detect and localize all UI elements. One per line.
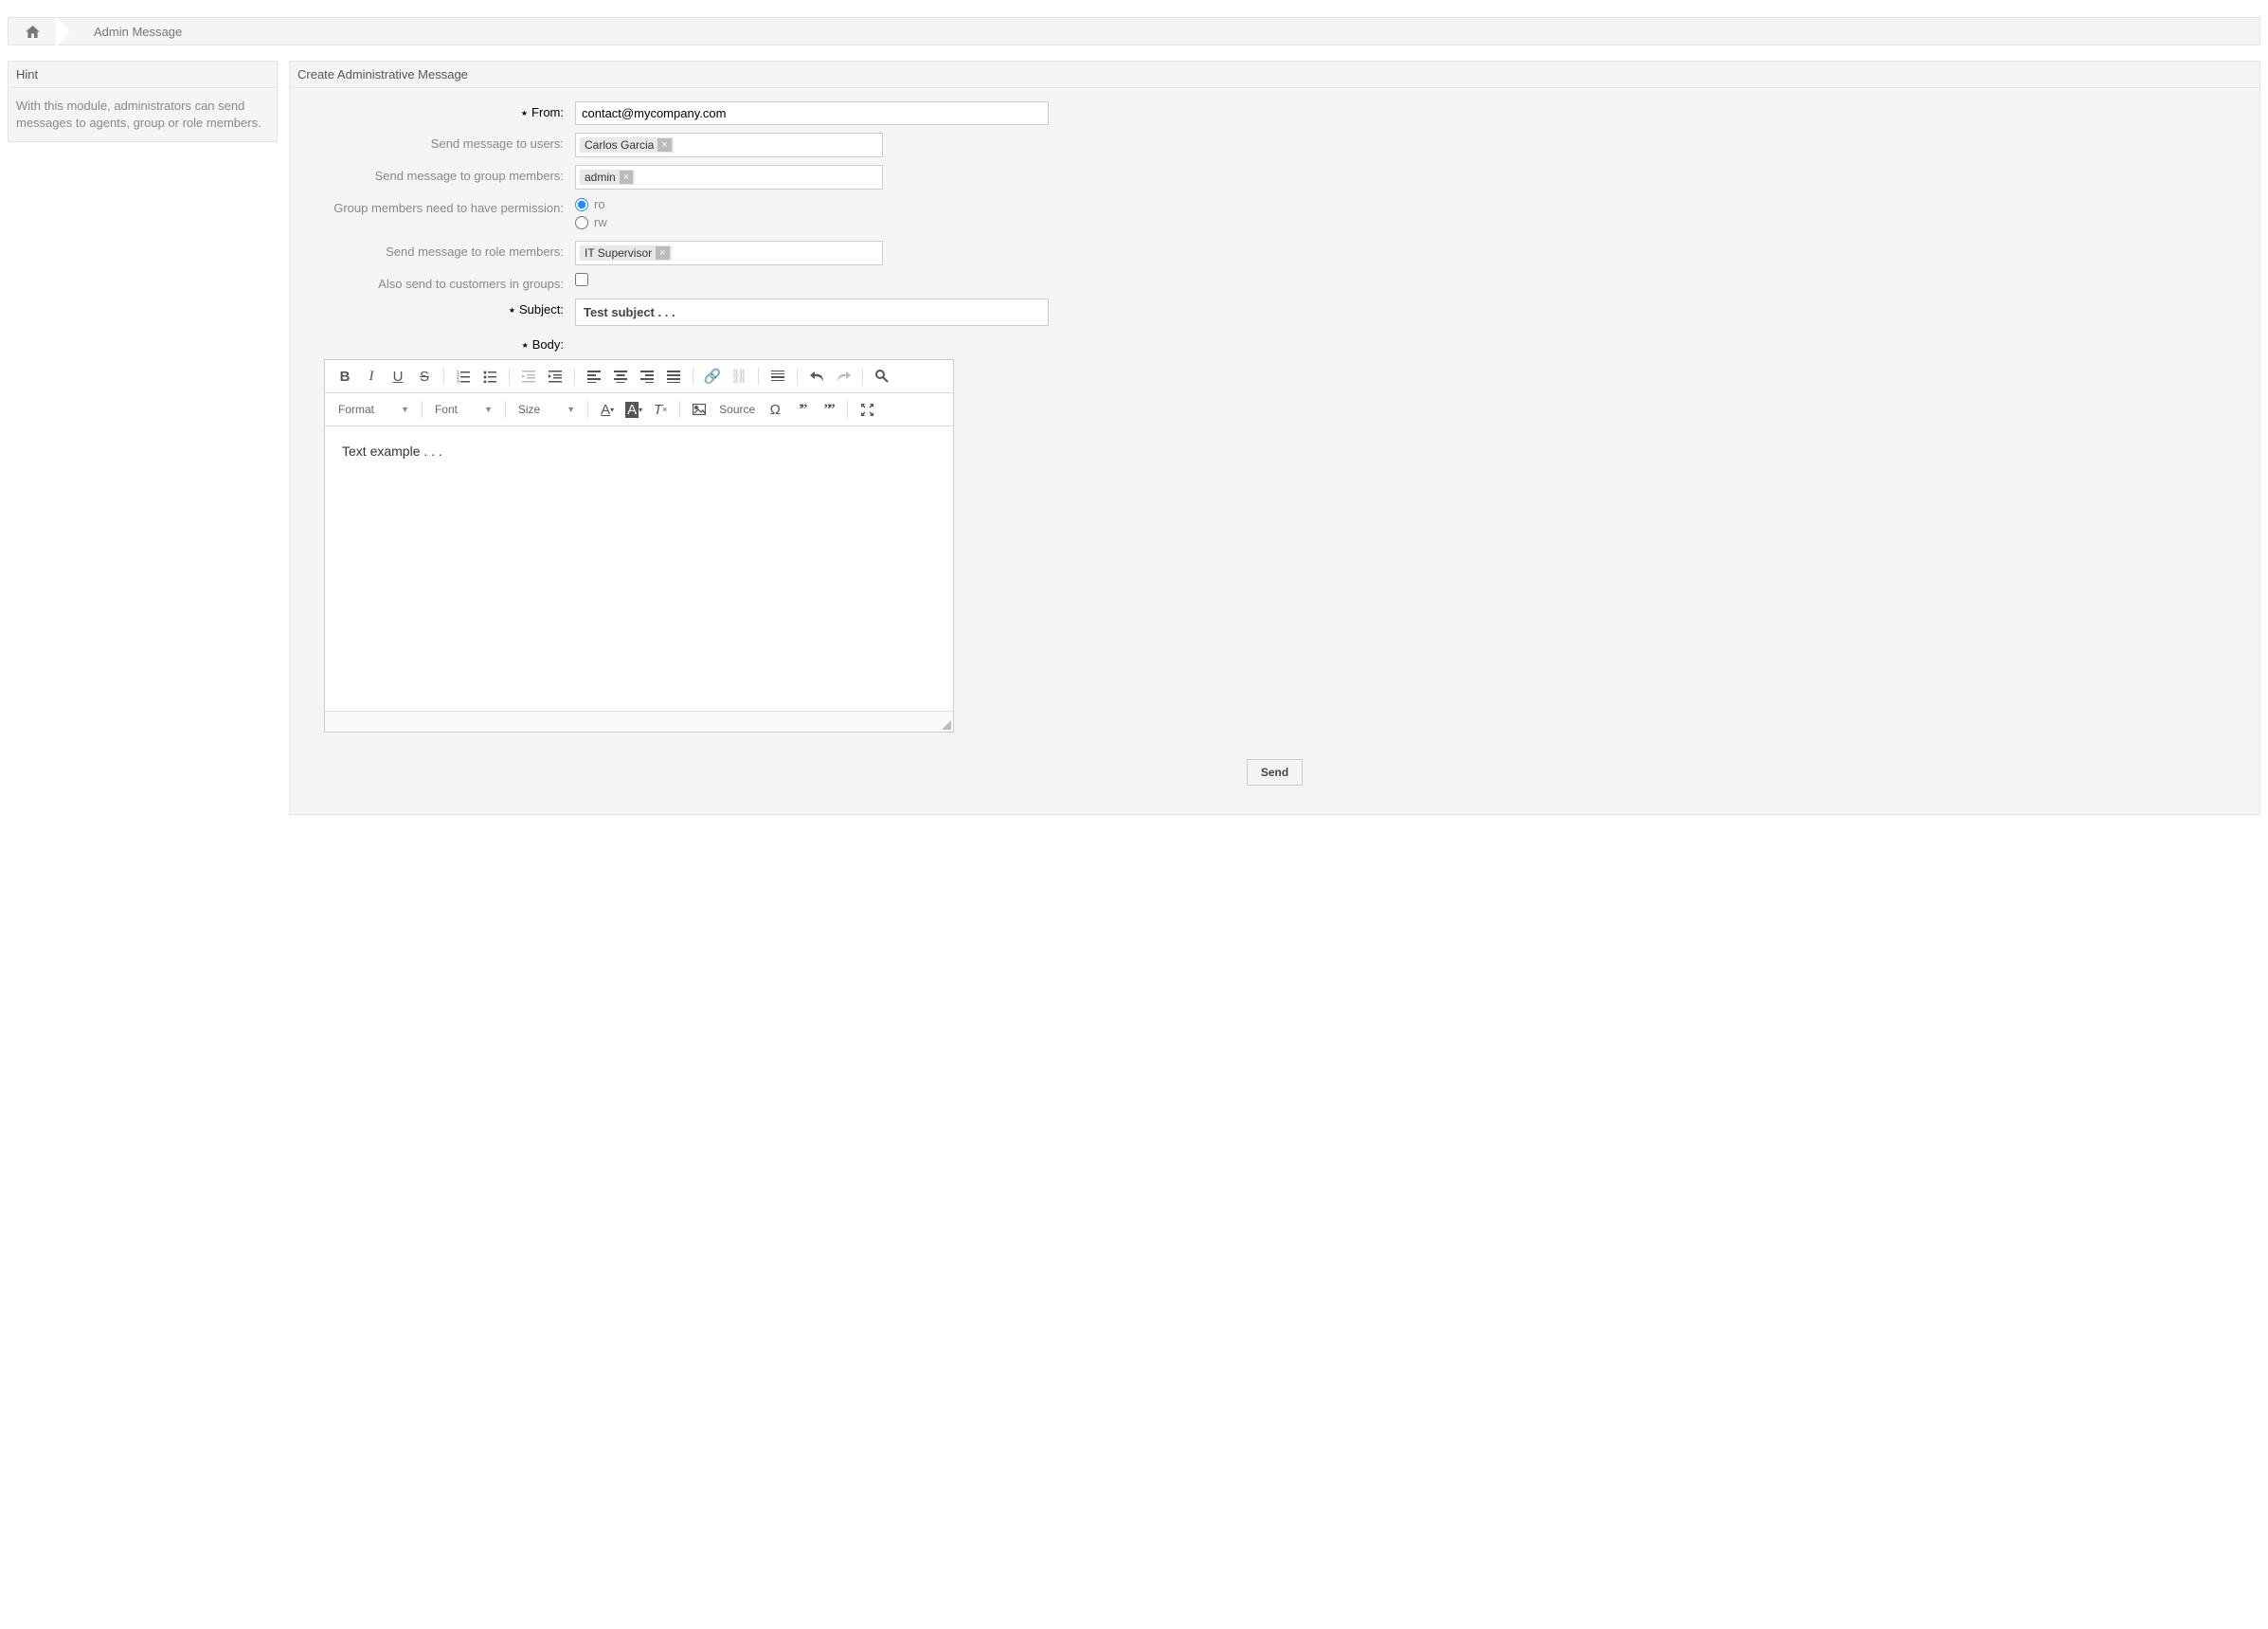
customers-label: Also send to customers in groups:	[305, 273, 575, 291]
subject-input[interactable]	[575, 299, 1049, 326]
link-icon[interactable]: 🔗	[702, 366, 723, 387]
editor-statusbar	[325, 711, 953, 732]
editor-body[interactable]: Text example . . .	[325, 426, 953, 711]
breadcrumb-current[interactable]: Admin Message	[56, 25, 182, 39]
redo-icon[interactable]	[833, 366, 854, 387]
svg-text:3: 3	[457, 380, 459, 383]
remove-format-icon[interactable]: T×	[650, 399, 671, 420]
users-tagbox[interactable]: Carlos Garcia×	[575, 133, 883, 157]
home-icon	[26, 26, 40, 38]
groups-label: Send message to group members:	[305, 165, 575, 183]
image-icon[interactable]	[689, 399, 710, 420]
perm-ro-label: ro	[594, 197, 605, 211]
user-tag-label: Carlos Garcia	[585, 138, 654, 152]
align-center-icon[interactable]	[610, 366, 631, 387]
bold-icon[interactable]: B	[334, 366, 355, 387]
maximize-icon[interactable]	[856, 399, 877, 420]
perm-rw-label: rw	[594, 215, 607, 229]
role-tag: IT Supervisor ×	[580, 245, 672, 261]
group-tag: admin ×	[580, 170, 635, 185]
bg-color-icon[interactable]: A▾	[623, 399, 644, 420]
from-label: From:	[305, 101, 575, 119]
size-dropdown[interactable]: Size▼	[514, 401, 579, 418]
split-quote-icon[interactable]: ’”	[791, 399, 812, 420]
role-tag-label: IT Supervisor	[585, 246, 652, 260]
unlink-icon[interactable]: ⛓	[729, 366, 749, 387]
roles-label: Send message to role members:	[305, 241, 575, 259]
font-dropdown[interactable]: Font▼	[431, 401, 496, 418]
perm-label: Group members need to have permission:	[305, 197, 575, 215]
user-tag: Carlos Garcia×	[580, 137, 674, 153]
align-right-icon[interactable]	[637, 366, 657, 387]
panel-title: Create Administrative Message	[290, 62, 2259, 88]
body-editor: B I U S 123	[324, 359, 954, 733]
find-icon[interactable]	[872, 366, 892, 387]
undo-icon[interactable]	[806, 366, 827, 387]
unordered-list-icon[interactable]	[479, 366, 500, 387]
breadcrumb-home[interactable]	[9, 18, 56, 45]
indent-icon[interactable]	[545, 366, 566, 387]
text-color-icon[interactable]: A▾	[597, 399, 618, 420]
from-input[interactable]	[575, 101, 1049, 125]
subject-label: Subject:	[305, 299, 575, 317]
hint-text: With this module, administrators can sen…	[16, 98, 269, 132]
main-panel: Create Administrative Message From: Send…	[289, 61, 2260, 815]
source-button[interactable]: Source	[715, 401, 759, 418]
hr-icon[interactable]	[767, 366, 788, 387]
italic-icon[interactable]: I	[361, 366, 382, 387]
groups-tagbox[interactable]: admin ×	[575, 165, 883, 190]
remove-tag-icon[interactable]: ×	[656, 246, 669, 260]
ordered-list-icon[interactable]: 123	[453, 366, 474, 387]
remove-tag-icon[interactable]: ×	[620, 171, 633, 184]
hint-panel: Hint With this module, administrators ca…	[8, 61, 278, 142]
users-label: Send message to users:	[305, 133, 575, 151]
resize-grip-icon[interactable]	[942, 720, 951, 730]
hint-title: Hint	[9, 62, 277, 88]
customers-checkbox[interactable]	[575, 273, 588, 286]
format-dropdown[interactable]: Format▼	[334, 401, 413, 418]
perm-rw-radio[interactable]	[575, 216, 588, 229]
send-button[interactable]: Send	[1247, 759, 1303, 786]
roles-tagbox[interactable]: IT Supervisor ×	[575, 241, 883, 265]
remove-tag-icon[interactable]: ×	[657, 138, 671, 152]
align-justify-icon[interactable]	[663, 366, 684, 387]
perm-ro-radio[interactable]	[575, 198, 588, 211]
breadcrumb: Admin Message	[8, 17, 2260, 45]
remove-quote-icon[interactable]: ””	[818, 399, 838, 420]
align-left-icon[interactable]	[584, 366, 604, 387]
strike-icon[interactable]: S	[414, 366, 435, 387]
underline-icon[interactable]: U	[387, 366, 408, 387]
special-char-icon[interactable]: Ω	[765, 399, 785, 420]
body-label: Body:	[305, 334, 575, 352]
outdent-icon[interactable]	[518, 366, 539, 387]
group-tag-label: admin	[585, 171, 616, 184]
